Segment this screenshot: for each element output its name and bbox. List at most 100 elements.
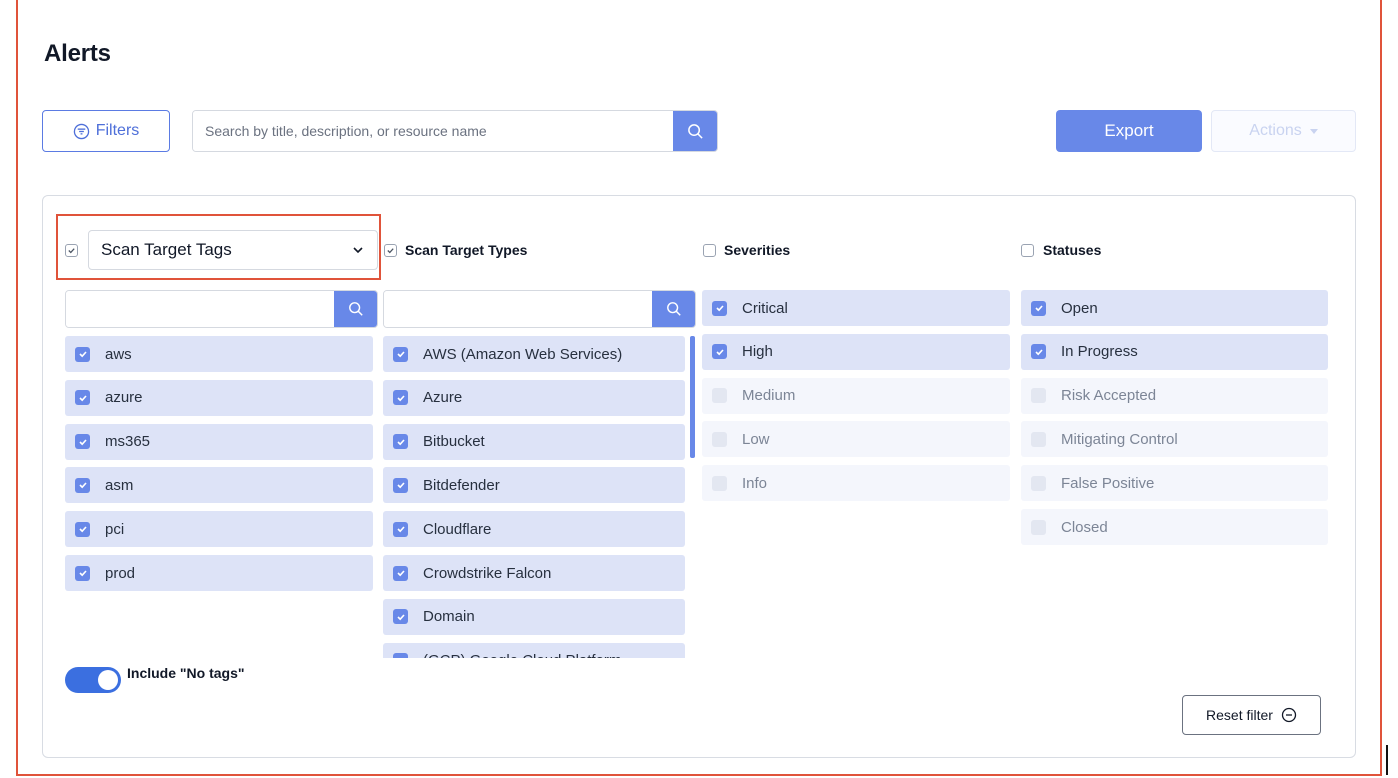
tags-item[interactable]: azure: [65, 379, 373, 416]
chevron-down-icon: [353, 247, 363, 254]
statuses-item[interactable]: Risk Accepted: [1021, 377, 1328, 414]
item-checkbox[interactable]: [75, 521, 90, 537]
item-checkbox[interactable]: [712, 475, 727, 491]
item-checkbox[interactable]: [393, 653, 408, 658]
filters-button[interactable]: Filters: [42, 110, 170, 152]
caret-down-icon: [1309, 128, 1318, 134]
item-label: High: [742, 343, 773, 361]
item-checkbox[interactable]: [1031, 388, 1046, 404]
statuses-item[interactable]: Closed: [1021, 509, 1328, 545]
item-label: azure: [105, 389, 143, 407]
item-checkbox[interactable]: [393, 521, 408, 537]
types-item[interactable]: AWS (Amazon Web Services): [383, 336, 685, 372]
item-checkbox[interactable]: [393, 390, 408, 406]
actions-dropdown-label: Actions: [1249, 122, 1302, 139]
item-checkbox[interactable]: [393, 477, 408, 493]
types-search-button[interactable]: [652, 291, 695, 327]
tags-item[interactable]: ms365: [65, 423, 373, 460]
severities-item[interactable]: Info: [702, 465, 1010, 502]
item-label: asm: [105, 476, 134, 494]
item-label: False Positive: [1061, 474, 1155, 492]
item-label: Bitbucket: [423, 433, 485, 451]
item-checkbox[interactable]: [1031, 475, 1046, 491]
statuses-item[interactable]: Open: [1021, 290, 1328, 326]
types-list-scrollbar[interactable]: [690, 336, 695, 458]
types-item[interactable]: Bitdefender: [383, 467, 685, 504]
item-checkbox[interactable]: [1031, 519, 1046, 535]
item-checkbox[interactable]: [75, 346, 90, 362]
types-search-input[interactable]: [384, 291, 652, 327]
statuses-item[interactable]: False Positive: [1021, 465, 1328, 502]
item-label: Closed: [1061, 518, 1108, 536]
item-label: Mitigating Control: [1061, 430, 1178, 448]
severities-item[interactable]: Medium: [702, 377, 1010, 414]
types-item[interactable]: Crowdstrike Falcon: [383, 555, 685, 591]
reset-filter-button[interactable]: Reset filter: [1182, 695, 1321, 735]
types-item[interactable]: Bitbucket: [383, 423, 685, 460]
item-checkbox[interactable]: [393, 609, 408, 625]
include-no-tags-toggle[interactable]: [65, 667, 121, 693]
filters-button-label: Filters: [95, 122, 140, 139]
item-checkbox[interactable]: [75, 434, 90, 450]
actions-dropdown[interactable]: Actions: [1211, 110, 1356, 152]
item-checkbox[interactable]: [712, 431, 727, 447]
alerts-search-input[interactable]: [193, 111, 673, 151]
search-icon: [687, 123, 703, 139]
tags-item[interactable]: prod: [65, 555, 373, 591]
item-checkbox[interactable]: [712, 344, 727, 360]
item-checkbox[interactable]: [393, 346, 408, 362]
page-title: Alerts: [44, 40, 111, 67]
item-checkbox[interactable]: [75, 565, 90, 581]
item-label: Open: [1061, 299, 1098, 317]
types-list: AWS (Amazon Web Services) Azure Bitbucket B…: [383, 336, 693, 658]
filter-icon: [73, 123, 90, 140]
item-checkbox[interactable]: [1031, 300, 1046, 316]
tags-item[interactable]: pci: [65, 511, 373, 548]
statuses-header-checkbox[interactable]: [1021, 244, 1034, 257]
tags-item[interactable]: asm: [65, 467, 373, 504]
tags-search: [65, 290, 378, 328]
item-label: Info: [742, 474, 768, 492]
statuses-item[interactable]: In Progress: [1021, 333, 1328, 370]
statuses-item[interactable]: Mitigating Control: [1021, 421, 1328, 458]
search-icon: [348, 302, 363, 316]
severities-item[interactable]: Critical: [702, 290, 1010, 326]
item-label: aws: [105, 345, 132, 363]
item-checkbox[interactable]: [75, 390, 90, 406]
toggle-knob: [98, 670, 118, 690]
types-item[interactable]: (GCP) Google Cloud Platform: [383, 642, 685, 658]
tags-select-value: Scan Target Tags: [101, 240, 232, 259]
item-checkbox[interactable]: [1031, 344, 1046, 360]
item-checkbox[interactable]: [712, 300, 727, 316]
item-label: AWS (Amazon Web Services): [423, 345, 623, 363]
severities-item[interactable]: Low: [702, 421, 1010, 458]
item-label: Azure: [423, 389, 463, 407]
types-search: [383, 290, 696, 328]
tags-type-select[interactable]: Scan Target Tags: [88, 230, 378, 270]
alerts-search: [192, 110, 718, 152]
include-no-tags-label: Include "No tags": [127, 665, 245, 681]
tags-search-input[interactable]: [66, 291, 334, 327]
item-checkbox[interactable]: [712, 388, 727, 404]
item-checkbox[interactable]: [393, 565, 408, 581]
check-icon: [387, 248, 394, 254]
severities-header-checkbox[interactable]: [703, 244, 716, 257]
item-checkbox[interactable]: [75, 477, 90, 493]
item-label: Critical: [742, 299, 788, 317]
item-label: pci: [105, 520, 125, 538]
statuses-header-label: Statuses: [1043, 242, 1102, 258]
item-label: Cloudflare: [423, 520, 492, 538]
types-header-checkbox[interactable]: [384, 244, 397, 257]
types-item[interactable]: Azure: [383, 379, 685, 416]
item-checkbox[interactable]: [1031, 431, 1046, 447]
types-item[interactable]: Cloudflare: [383, 511, 685, 548]
tags-search-button[interactable]: [334, 291, 377, 327]
alerts-search-button[interactable]: [673, 111, 717, 151]
item-checkbox[interactable]: [393, 434, 408, 450]
minus-circle-icon: [1281, 707, 1297, 723]
export-button[interactable]: Export: [1056, 110, 1202, 152]
tags-item[interactable]: aws: [65, 336, 373, 372]
reset-filter-label: Reset filter: [1206, 707, 1273, 723]
severities-item[interactable]: High: [702, 333, 1010, 370]
types-item[interactable]: Domain: [383, 598, 685, 635]
